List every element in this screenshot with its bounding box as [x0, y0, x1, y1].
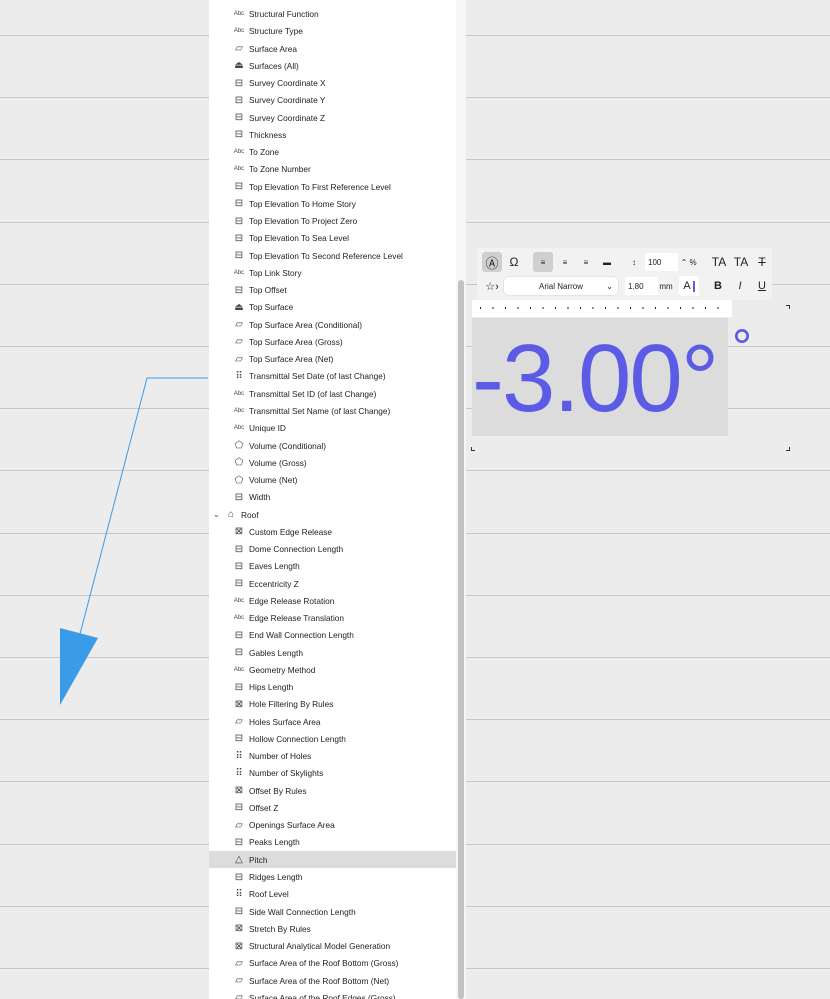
arrowhead-icon — [60, 628, 98, 705]
underline-button[interactable]: U — [754, 277, 770, 295]
font-name: Arial Narrow — [538, 281, 583, 291]
text-color-label: A — [683, 280, 691, 292]
unit-label: mm — [659, 281, 673, 291]
align-right-button[interactable]: ≡ — [577, 253, 595, 271]
favorites-button[interactable]: ☆› — [481, 277, 503, 295]
italic-button[interactable]: I — [732, 277, 748, 295]
chevron-down-icon: ⌄ — [606, 281, 613, 291]
text-label-editor[interactable]: -3.00° — [472, 318, 728, 436]
align-center-icon: ≡ — [562, 257, 568, 267]
selection-corner — [471, 447, 475, 451]
leader-line — [79, 377, 208, 635]
justify-icon: ▬ — [603, 257, 611, 267]
label-text-behind: ° — [732, 319, 752, 375]
subscript-button[interactable]: TA — [732, 253, 750, 271]
align-left-icon: ≡ — [540, 257, 546, 267]
selection-corner — [786, 447, 790, 451]
font-size-input[interactable]: 1.80 — [625, 277, 658, 295]
percent-label: % — [689, 257, 697, 267]
text-format-toolbar: Ⓐ Ω ≡ ≡ ≡ ▬ ↕ 100 ⌃ % TA TA T ☆› Arial N… — [477, 248, 772, 300]
omega-icon: Ω — [509, 255, 519, 269]
star-icon: ☆› — [485, 280, 499, 293]
autotext-icon: Ⓐ — [485, 255, 499, 271]
bold-button[interactable]: B — [710, 277, 726, 295]
autotext-button[interactable]: Ⓐ — [482, 252, 502, 272]
strikethrough-button[interactable]: T — [754, 253, 770, 271]
align-left-button[interactable]: ≡ — [533, 252, 553, 272]
font-select[interactable]: Arial Narrow ⌄ — [504, 277, 618, 295]
text-ruler[interactable] — [472, 300, 732, 317]
align-center-button[interactable]: ≡ — [556, 253, 574, 271]
text-color-button[interactable]: A — [679, 276, 699, 296]
line-spacing-icon: ↕ — [632, 257, 636, 267]
special-char-button[interactable]: Ω — [505, 253, 523, 271]
ruler-ticks — [480, 307, 725, 309]
selection-corner — [786, 305, 790, 309]
justify-button[interactable]: ▬ — [598, 253, 616, 271]
align-right-icon: ≡ — [583, 257, 589, 267]
color-swatch — [692, 280, 695, 292]
pointer-arrow — [60, 377, 208, 705]
superscript-button[interactable]: TA — [710, 253, 728, 271]
line-spacing-input[interactable]: 100 — [645, 253, 678, 271]
label-text[interactable]: -3.00° — [472, 324, 719, 434]
